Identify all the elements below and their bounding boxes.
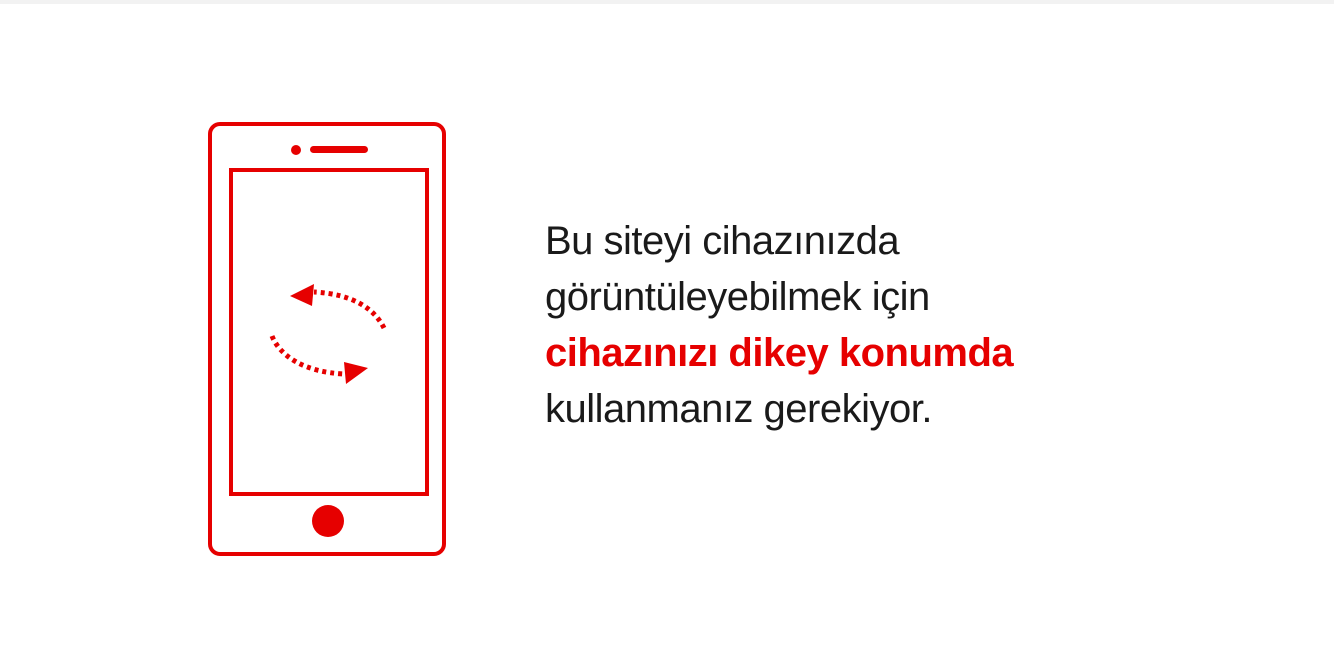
phone-screen [229, 168, 429, 496]
orientation-message: Bu siteyi cihazınızda görüntüleyebilmek … [545, 213, 1305, 437]
rotate-arrows-icon [269, 284, 387, 384]
message-line-2: görüntüleyebilmek için [545, 275, 930, 319]
message-line-4: kullanmanız gerekiyor. [545, 387, 932, 431]
message-highlight: cihazınızı dikey konumda [545, 331, 1014, 375]
home-button-icon [312, 505, 344, 537]
phone-camera-dot [291, 145, 301, 155]
rotate-device-notice: Bu siteyi cihazınızda görüntüleyebilmek … [0, 0, 1334, 668]
message-line-1: Bu siteyi cihazınızda [545, 219, 900, 263]
phone-body [208, 122, 446, 556]
top-divider [0, 0, 1334, 4]
rotate-phone-icon [208, 122, 446, 556]
phone-speaker [310, 146, 368, 153]
